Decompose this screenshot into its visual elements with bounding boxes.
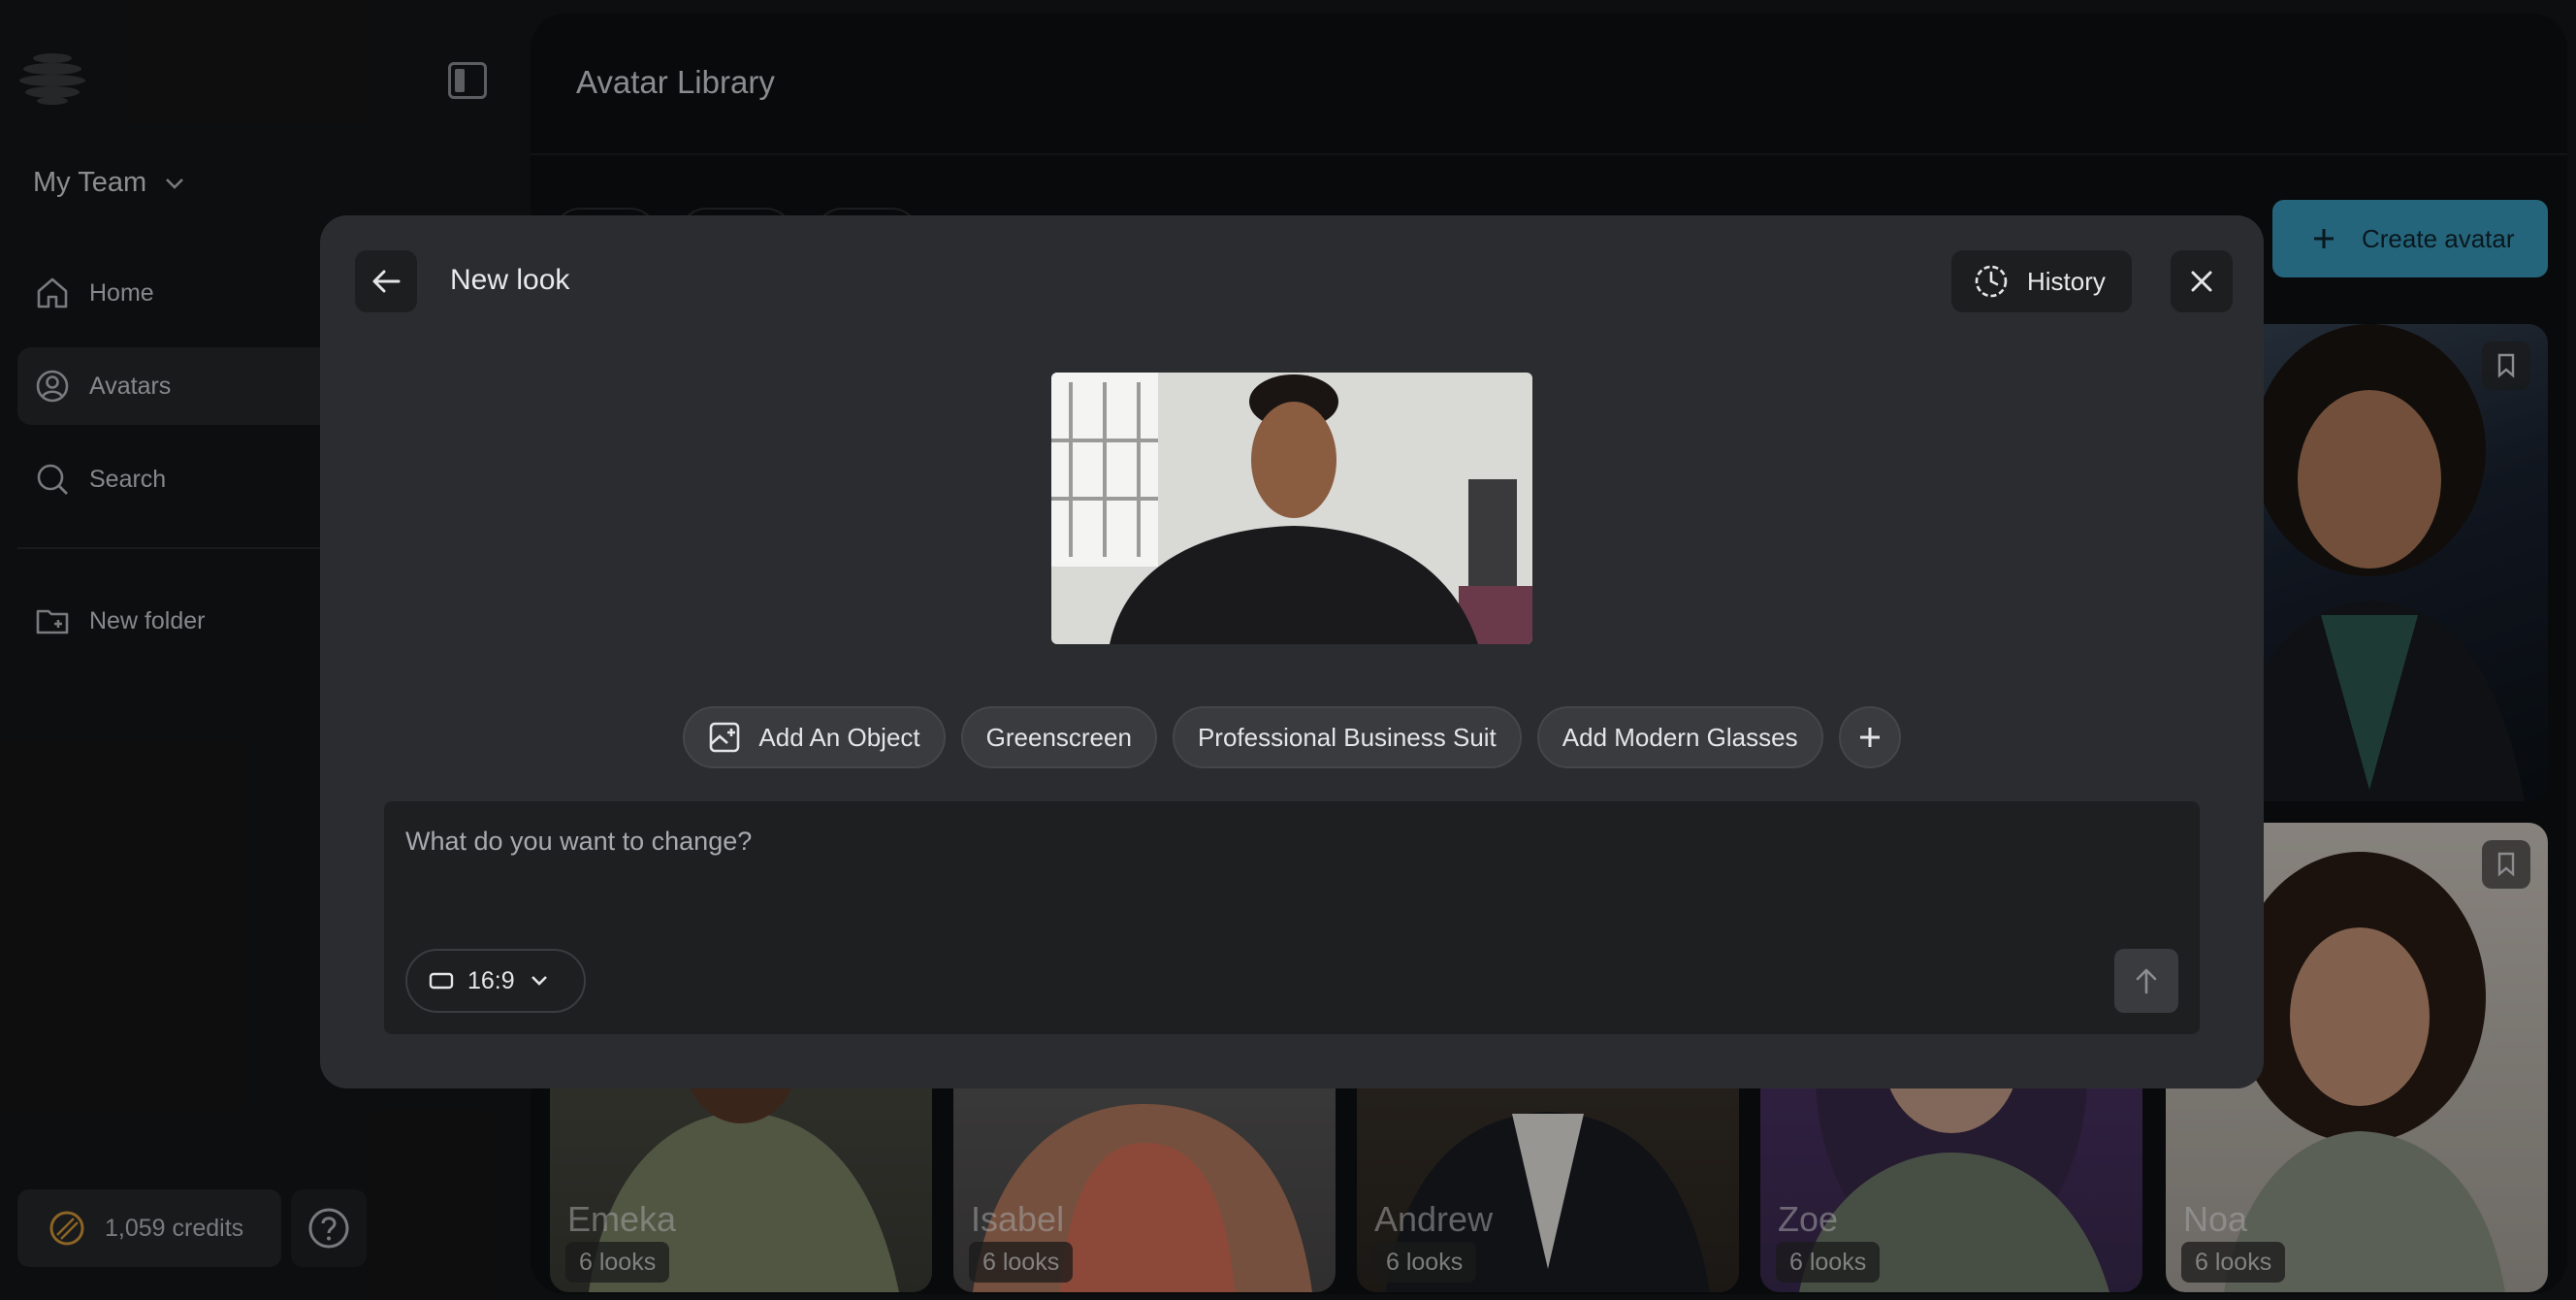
arrow-up-icon [2136, 968, 2157, 994]
close-icon [2191, 271, 2212, 292]
back-button[interactable] [355, 250, 417, 312]
aspect-ratio-select[interactable]: 16:9 [405, 949, 586, 1013]
close-button[interactable] [2171, 250, 2233, 312]
chevron-down-icon [531, 976, 547, 986]
chip-professional-business-suit[interactable]: Professional Business Suit [1172, 706, 1522, 768]
preview-photo [1051, 373, 1532, 644]
aspect-ratio-icon [429, 972, 454, 990]
arrow-left-icon [372, 270, 401, 293]
aspect-ratio-value: 16:9 [467, 966, 515, 994]
chip-label: Add An Object [758, 722, 920, 752]
history-icon [1975, 265, 2008, 298]
prompt-input[interactable] [405, 827, 2054, 857]
image-plus-icon [710, 722, 740, 753]
plus-icon [1859, 728, 1880, 747]
suggestion-chips: Add An Object Greenscreen Professional B… [320, 706, 2264, 768]
new-look-modal: New look History Add An Object Greenscre… [320, 215, 2264, 1089]
prompt-box: 16:9 [384, 801, 2200, 1034]
send-button[interactable] [2114, 949, 2178, 1013]
chip-add-modern-glasses[interactable]: Add Modern Glasses [1536, 706, 1823, 768]
history-label: History [2027, 266, 2106, 296]
source-image-preview [1051, 373, 1532, 644]
chip-add-an-object[interactable]: Add An Object [683, 706, 946, 768]
history-button[interactable]: History [1951, 250, 2132, 312]
chip-greenscreen[interactable]: Greenscreen [960, 706, 1157, 768]
chip-label: Greenscreen [985, 722, 1132, 752]
chip-label: Professional Business Suit [1197, 722, 1497, 752]
modal-title: New look [450, 264, 570, 296]
more-suggestions-button[interactable] [1838, 706, 1901, 768]
chip-label: Add Modern Glasses [1562, 722, 1798, 752]
